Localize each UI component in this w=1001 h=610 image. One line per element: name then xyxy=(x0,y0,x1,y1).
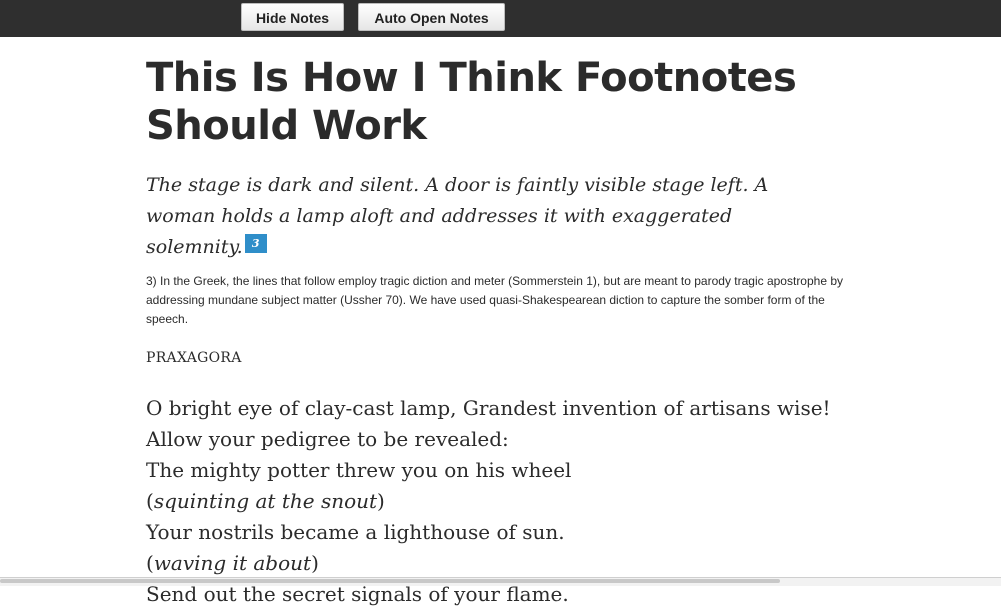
title-line-2: Should Work xyxy=(146,103,427,149)
page-title: This Is How I Think Footnotes Should Wor… xyxy=(146,54,846,150)
intro-text: The stage is dark and silent. A door is … xyxy=(146,174,769,258)
verse-line-1: O bright eye of clay-cast lamp, Grandest… xyxy=(146,396,831,420)
speaker-name: PRAXAGORA xyxy=(146,350,242,366)
stage-direction-text-2: waving it about xyxy=(153,551,312,575)
stage-direction-intro: The stage is dark and silent. A door is … xyxy=(146,170,826,263)
stage-direction-text-1: squinting at the snout xyxy=(153,489,378,513)
verse-stage-direction-1: (squinting at the snout) xyxy=(146,489,385,513)
verse-line-3: The mighty potter threw you on his wheel xyxy=(146,458,572,482)
verse-line-5: Your nostrils became a lighthouse of sun… xyxy=(146,520,565,544)
footnote-text: 3) In the Greek, the lines that follow e… xyxy=(146,274,844,326)
top-toolbar: Hide Notes Auto Open Notes xyxy=(0,0,1001,37)
auto-open-notes-button[interactable]: Auto Open Notes xyxy=(358,3,505,31)
hide-notes-button[interactable]: Hide Notes xyxy=(241,3,344,31)
verse-stage-direction-2: (waving it about) xyxy=(146,551,319,575)
title-line-1: This Is How I Think Footnotes xyxy=(146,55,797,101)
scrollbar-thumb[interactable] xyxy=(0,579,780,583)
article-content: This Is How I Think Footnotes Should Wor… xyxy=(146,37,846,610)
verse-line-2: Allow your pedigree to be revealed: xyxy=(146,427,509,451)
footnote-marker[interactable]: 3 xyxy=(244,234,267,253)
